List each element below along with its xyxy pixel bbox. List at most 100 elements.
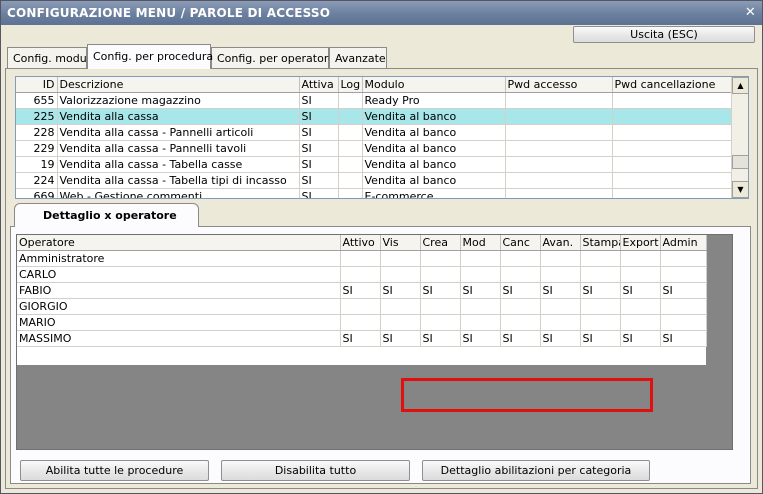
cell-attiva[interactable]: SI — [299, 140, 339, 157]
table-row[interactable]: 224 Vendita alla cassa - Tabella tipi di… — [16, 172, 733, 189]
cell-vis[interactable] — [380, 266, 421, 283]
cell-log[interactable] — [338, 188, 363, 198]
category-detail-button[interactable]: Dettaglio abilitazioni per categoria — [422, 460, 650, 481]
cell-export[interactable] — [620, 298, 661, 315]
col-crea-header[interactable]: Crea — [420, 235, 461, 251]
cell-crea[interactable]: SI — [420, 282, 461, 299]
cell-log[interactable] — [338, 140, 363, 157]
cell-mod[interactable] — [460, 266, 501, 283]
cell-vis[interactable]: SI — [380, 330, 421, 347]
operator-row[interactable]: Amministratore — [17, 250, 707, 267]
cell-attivo[interactable] — [340, 250, 381, 267]
cell-pwd-cancellazione[interactable] — [612, 172, 733, 189]
cell-canc[interactable]: SI — [500, 330, 541, 347]
cell-crea[interactable] — [420, 266, 461, 283]
cell-export[interactable] — [620, 314, 661, 331]
cell-pwd-accesso[interactable] — [505, 108, 613, 125]
cell-attivo[interactable]: SI — [340, 282, 381, 299]
cell-log[interactable] — [338, 108, 363, 125]
col-operatore-header[interactable]: Operatore — [17, 235, 341, 251]
col-id-header[interactable]: ID — [16, 77, 58, 93]
cell-admin[interactable] — [660, 266, 707, 283]
cell-attiva[interactable]: SI — [299, 188, 339, 198]
col-attiva-header[interactable]: Attiva — [299, 77, 339, 93]
col-modulo-header[interactable]: Modulo — [362, 77, 506, 93]
cell-vis[interactable] — [380, 314, 421, 331]
cell-pwd-cancellazione[interactable] — [612, 188, 733, 198]
operator-row[interactable]: MARIO — [17, 314, 707, 331]
col-pwd-accesso-header[interactable]: Pwd accesso — [505, 77, 613, 93]
cell-avan[interactable] — [540, 250, 581, 267]
cell-canc[interactable] — [500, 298, 541, 315]
cell-mod[interactable] — [460, 250, 501, 267]
operators-grid[interactable]: Operatore Attivo Vis Crea Mod Canc Avan.… — [17, 235, 707, 365]
cell-mod[interactable] — [460, 298, 501, 315]
cell-export[interactable]: SI — [620, 282, 661, 299]
operator-row[interactable]: FABIO SI SI SI SI SI SI SI SI SI — [17, 282, 707, 299]
cell-attivo[interactable] — [340, 298, 381, 315]
tab-avanzate[interactable]: Avanzate — [329, 47, 387, 69]
scroll-down-icon[interactable]: ▼ — [732, 181, 748, 198]
cell-pwd-accesso[interactable] — [505, 172, 613, 189]
col-mod-header[interactable]: Mod — [460, 235, 501, 251]
cell-canc[interactable]: SI — [500, 282, 541, 299]
cell-pwd-cancellazione[interactable] — [612, 124, 733, 141]
cell-mod[interactable]: SI — [460, 330, 501, 347]
col-vis-header[interactable]: Vis — [380, 235, 421, 251]
tab-config-operatore[interactable]: Config. per operatore — [211, 47, 335, 69]
col-canc-header[interactable]: Canc — [500, 235, 541, 251]
cell-avan[interactable] — [540, 314, 581, 331]
cell-export[interactable] — [620, 250, 661, 267]
exit-button[interactable]: Uscita (ESC) — [573, 26, 755, 43]
operator-row[interactable]: MASSIMO SI SI SI SI SI SI SI SI SI — [17, 330, 707, 347]
cell-export[interactable] — [620, 266, 661, 283]
cell-avan[interactable] — [540, 266, 581, 283]
cell-pwd-cancellazione[interactable] — [612, 108, 733, 125]
cell-pwd-accesso[interactable] — [505, 140, 613, 157]
scroll-thumb[interactable] — [732, 155, 748, 169]
cell-attivo[interactable] — [340, 314, 381, 331]
tab-dettaglio-operatore[interactable]: Dettaglio x operatore — [14, 203, 199, 227]
cell-attiva[interactable]: SI — [299, 156, 339, 173]
tab-config-procedura[interactable]: Config. per procedura — [87, 44, 213, 69]
cell-stampa[interactable] — [580, 314, 621, 331]
cell-stampa[interactable] — [580, 298, 621, 315]
cell-crea[interactable] — [420, 250, 461, 267]
cell-admin[interactable] — [660, 298, 707, 315]
cell-admin[interactable] — [660, 314, 707, 331]
vertical-scrollbar[interactable]: ▲ ▼ — [731, 77, 748, 198]
operator-row[interactable]: CARLO — [17, 266, 707, 283]
cell-pwd-cancellazione[interactable] — [612, 140, 733, 157]
table-row[interactable]: 655 Valorizzazione magazzino SI Ready Pr… — [16, 92, 733, 109]
cell-log[interactable] — [338, 172, 363, 189]
scroll-up-icon[interactable]: ▲ — [732, 77, 748, 94]
cell-stampa[interactable] — [580, 250, 621, 267]
cell-attiva[interactable]: SI — [299, 172, 339, 189]
cell-avan[interactable] — [540, 298, 581, 315]
table-row[interactable]: 228 Vendita alla cassa - Pannelli artico… — [16, 124, 733, 141]
cell-admin[interactable]: SI — [660, 282, 707, 299]
cell-export[interactable]: SI — [620, 330, 661, 347]
col-export-header[interactable]: Export — [620, 235, 661, 251]
operator-row[interactable]: GIORGIO — [17, 298, 707, 315]
col-descrizione-header[interactable]: Descrizione — [57, 77, 300, 93]
cell-vis[interactable] — [380, 250, 421, 267]
cell-stampa[interactable]: SI — [580, 282, 621, 299]
enable-all-button[interactable]: Abilita tutte le procedure — [20, 460, 209, 481]
cell-mod[interactable]: SI — [460, 282, 501, 299]
cell-crea[interactable] — [420, 314, 461, 331]
tab-config-moduli[interactable]: Config. moduli — [7, 47, 93, 69]
table-row[interactable]: 229 Vendita alla cassa - Pannelli tavoli… — [16, 140, 733, 157]
cell-attiva[interactable]: SI — [299, 124, 339, 141]
cell-log[interactable] — [338, 156, 363, 173]
cell-canc[interactable] — [500, 314, 541, 331]
col-log-header[interactable]: Log — [338, 77, 363, 93]
disable-all-button[interactable]: Disabilita tutto — [221, 460, 410, 481]
table-row[interactable]: 19 Vendita alla cassa - Tabella casse SI… — [16, 156, 733, 173]
cell-stampa[interactable]: SI — [580, 330, 621, 347]
cell-crea[interactable] — [420, 298, 461, 315]
close-icon[interactable]: ✕ — [745, 1, 756, 25]
cell-pwd-accesso[interactable] — [505, 124, 613, 141]
cell-admin[interactable] — [660, 250, 707, 267]
cell-pwd-accesso[interactable] — [505, 188, 613, 198]
